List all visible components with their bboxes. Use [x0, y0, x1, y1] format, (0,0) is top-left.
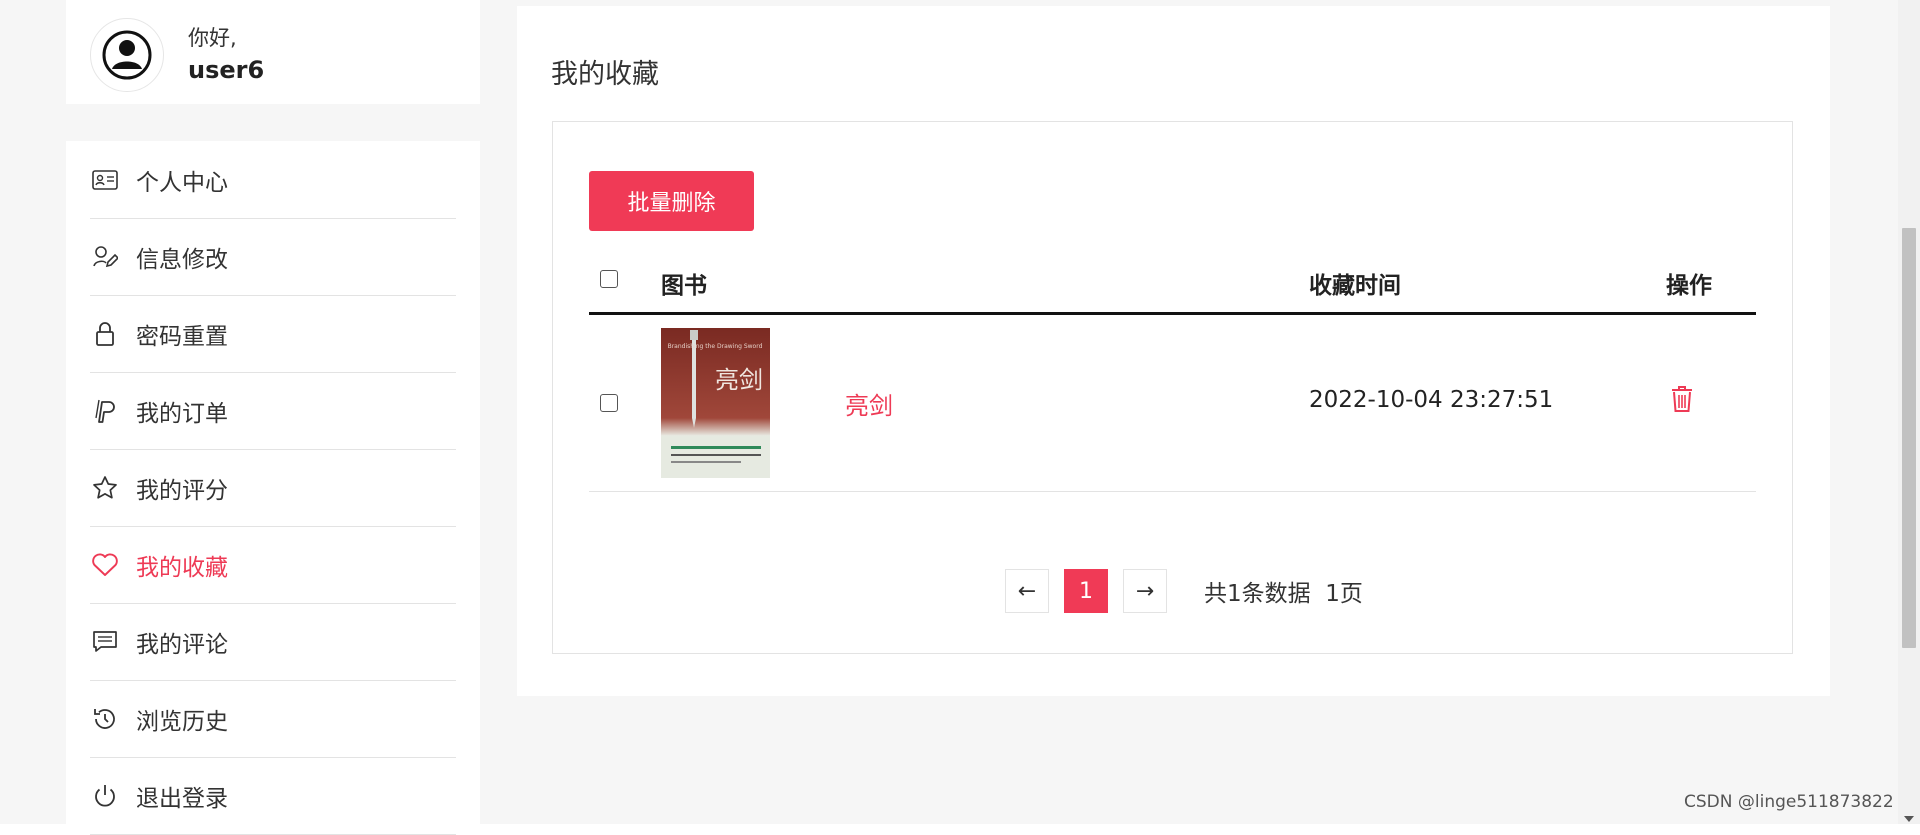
sidebar-item-profile[interactable]: 个人中心 [90, 141, 456, 219]
greeting-text: 你好, [188, 26, 237, 50]
prev-page-button[interactable]: ← [1005, 569, 1049, 613]
sidebar-item-label: 我的评分 [136, 477, 228, 504]
pagination: ← 1 → 共1条数据 1页 [1005, 569, 1363, 613]
sidebar-item-label: 我的订单 [136, 400, 228, 427]
sidebar-item-history[interactable]: 浏览历史 [90, 680, 456, 758]
power-icon [90, 781, 120, 811]
sidebar-item-label: 退出登录 [136, 785, 228, 812]
id-card-icon [90, 165, 120, 195]
star-icon [90, 473, 120, 503]
sidebar: 个人中心 信息修改 密码重置 我的订单 我的评分 我的收藏 我的评论 浏览历史 … [66, 141, 480, 835]
scrollbar-thumb[interactable] [1902, 228, 1916, 648]
user-edit-icon [90, 242, 120, 272]
comment-icon [90, 627, 120, 657]
sidebar-item-label: 我的收藏 [136, 554, 228, 581]
sidebar-item-password-reset[interactable]: 密码重置 [90, 295, 456, 373]
cover-title-text: 亮剑 [715, 366, 763, 394]
row-checkbox[interactable] [600, 394, 618, 412]
sidebar-item-label: 信息修改 [136, 246, 228, 273]
paypal-icon [90, 396, 120, 426]
scroll-down-arrow-icon[interactable] [1904, 816, 1914, 822]
column-header-time: 收藏时间 [1309, 273, 1401, 299]
username: user6 [188, 56, 265, 84]
sidebar-item-label: 个人中心 [136, 169, 228, 196]
next-page-button[interactable]: → [1123, 569, 1167, 613]
sidebar-item-ratings[interactable]: 我的评分 [90, 449, 456, 527]
heart-icon [90, 550, 120, 580]
pagination-info: 共1条数据 1页 [1204, 581, 1363, 607]
avatar[interactable] [90, 18, 164, 92]
sidebar-item-label: 我的评论 [136, 631, 228, 658]
page-title: 我的收藏 [551, 59, 659, 90]
book-title-link[interactable]: 亮剑 [845, 386, 893, 421]
favorite-time: 2022-10-04 23:27:51 [1309, 387, 1554, 413]
select-all-checkbox[interactable] [600, 270, 618, 288]
page-1-button[interactable]: 1 [1064, 569, 1108, 613]
sidebar-item-favorites[interactable]: 我的收藏 [90, 526, 456, 604]
page-background: 你好, user6 个人中心 信息修改 密码重置 我的订单 我的评分 我的收藏 … [0, 0, 1898, 835]
favorites-panel: 我的收藏 批量删除 图书 收藏时间 操作 亮剑 Brandishing the … [517, 6, 1830, 696]
sidebar-item-label: 浏览历史 [136, 708, 228, 735]
column-header-action: 操作 [1666, 273, 1712, 299]
cover-subtitle-text: Brandishing the Drawing Sword [668, 343, 763, 350]
column-header-book: 图书 [661, 273, 707, 299]
table-header: 图书 收藏时间 操作 [589, 252, 1756, 315]
user-avatar-icon [102, 30, 152, 80]
watermark: CSDN @linge511873822 [1684, 792, 1894, 812]
favorites-table-container: 批量删除 图书 收藏时间 操作 亮剑 Brandishing the Drawi… [552, 121, 1793, 654]
batch-delete-button[interactable]: 批量删除 [589, 171, 754, 231]
lock-icon [90, 319, 120, 349]
trash-icon[interactable] [1670, 384, 1694, 414]
table-row: 亮剑 Brandishing the Drawing Sword 亮剑 2022… [589, 315, 1756, 492]
sidebar-item-comments[interactable]: 我的评论 [90, 603, 456, 681]
sidebar-item-edit-info[interactable]: 信息修改 [90, 218, 456, 296]
book-cover[interactable]: 亮剑 Brandishing the Drawing Sword [661, 328, 770, 478]
sidebar-item-logout[interactable]: 退出登录 [90, 757, 456, 835]
sidebar-item-orders[interactable]: 我的订单 [90, 372, 456, 450]
user-card: 你好, user6 [66, 0, 480, 104]
sidebar-item-label: 密码重置 [136, 323, 228, 350]
scrollbar[interactable] [1898, 0, 1920, 824]
history-icon [90, 704, 120, 734]
